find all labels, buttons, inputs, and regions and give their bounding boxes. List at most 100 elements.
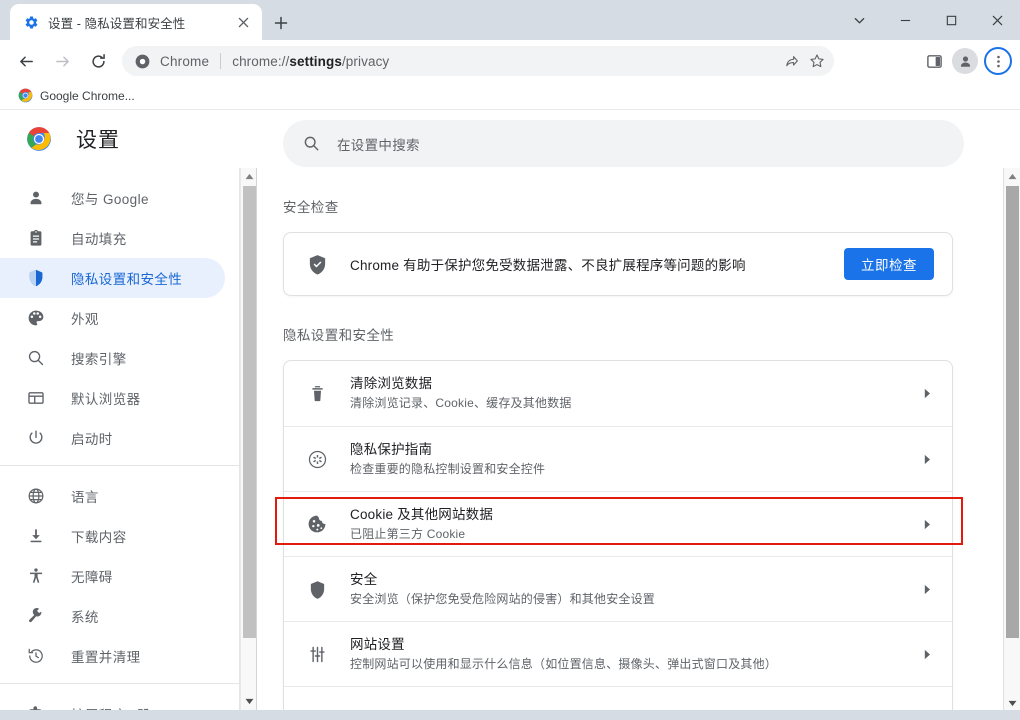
privacy-settings-list: 清除浏览数据 清除浏览记录、Cookie、缓存及其他数据 隐私保护指南 检查重要… [283,360,953,710]
sidebar-item-accessibility[interactable]: 无障碍 [0,556,225,596]
list-item-text: Cookie 及其他网站数据 已阻止第三方 Cookie [350,505,918,544]
address-bar[interactable]: Chrome chrome://settings/privacy [122,46,834,76]
safety-check-row: Chrome 有助于保护您免受数据泄露、不良扩展程序等问题的影响 立即检查 [284,233,952,295]
safety-check-section-title: 安全检查 [283,200,339,215]
sidebar-item-label: 下载内容 [71,530,127,545]
list-item-privacy-guide[interactable]: 隐私保护指南 检查重要的隐私控制设置和安全控件 [284,426,952,491]
browser-window-icon [26,388,46,408]
sidebar-item-label: 无障碍 [71,570,113,585]
tab-title: 设置 - 隐私设置和安全性 [48,16,186,31]
sidebar-item-label: 搜索引擎 [71,352,127,367]
reload-button[interactable] [84,47,112,75]
sidebar-item-label: 您与 Google [71,192,149,207]
chevron-right-icon [918,580,936,598]
back-button[interactable] [12,47,40,75]
sidebar-item-appearance[interactable]: 外观 [0,298,225,338]
browser-window: 设置 - 隐私设置和安全性 Chrome chrome://settings/p… [0,0,1020,720]
accessibility-icon [26,566,46,586]
list-item-text: 清除浏览数据 清除浏览记录、Cookie、缓存及其他数据 [350,374,918,413]
sidebar-item-label: 系统 [71,610,99,625]
list-item-cookies-and-site-data[interactable]: Cookie 及其他网站数据 已阻止第三方 Cookie [284,491,952,556]
sidebar-item-label: 外观 [71,312,99,327]
list-item-text: 安全 安全浏览（保护您免受危险网站的侵害）和其他安全设置 [350,570,918,609]
globe-icon [26,486,46,506]
search-icon [301,134,321,154]
side-panel-icon[interactable] [919,46,949,76]
list-item-title: 清除浏览数据 [350,376,433,391]
sidebar-item-on-startup[interactable]: 启动时 [0,418,225,458]
safety-check-card: Chrome 有助于保护您免受数据泄露、不良扩展程序等问题的影响 立即检查 [283,232,953,296]
chevron-right-icon [918,645,936,663]
profile-avatar[interactable] [952,48,978,74]
content-scroll-gutter [985,220,1003,710]
sidebar-item-label: 重置并清理 [71,650,141,665]
sidebar-item-label: 自动填充 [71,232,127,247]
download-icon [26,526,46,546]
page-scrollbar-thumb[interactable] [1006,186,1019,638]
chevron-right-icon [918,385,936,403]
chrome-menu-button[interactable] [984,47,1012,75]
close-icon[interactable] [232,11,254,33]
share-icon[interactable] [778,48,804,74]
sidebar-item-extensions[interactable]: 扩展程序 [0,694,225,710]
list-item-subtitle: 控制网站可以使用和显示什么信息（如位置信息、摄像头、弹出式窗口及其他） [350,656,778,671]
sliders-icon [306,643,328,665]
bookmark-item[interactable]: Google Chrome... [10,85,142,107]
chevron-right-icon [918,515,936,533]
chrome-logo-icon [134,53,150,69]
close-window-button[interactable] [974,0,1020,40]
scroll-up-arrow-icon[interactable] [1004,168,1020,185]
sidebar-item-default-browser[interactable]: 默认浏览器 [0,378,225,418]
sidebar-scrollbar[interactable] [240,168,257,710]
shield-icon [26,268,46,288]
scroll-up-arrow-icon[interactable] [241,168,258,185]
list-item-title: Cookie 及其他网站数据 [350,506,494,522]
list-item-subtitle: 已阻止第三方 Cookie [350,526,466,541]
list-item-privacy-sandbox[interactable]: Privacy Sandbox [284,686,952,710]
list-item-security[interactable]: 安全 安全浏览（保护您免受危险网站的侵害）和其他安全设置 [284,556,952,621]
settings-content: 安全检查 Chrome 有助于保护您免受数据泄露、不良扩展程序等问题的影响 立即… [258,168,985,710]
sidebar-item-privacy-and-security[interactable]: 隐私设置和安全性 [0,258,225,298]
list-item-subtitle: 安全浏览（保护您免受危险网站的侵害）和其他安全设置 [350,591,656,606]
clipboard-icon [26,228,46,248]
page-scrollbar[interactable] [1003,168,1020,712]
sidebar-item-search-engine[interactable]: 搜索引擎 [0,338,225,378]
new-tab-button[interactable] [268,10,294,36]
browser-toolbar: Chrome chrome://settings/privacy [0,40,1020,82]
privacy-guide-icon [306,448,328,470]
shield-icon [306,578,328,600]
settings-gear-icon [23,14,39,30]
trash-icon [306,383,328,405]
palette-icon [26,308,46,328]
page-title: 设置 [76,129,120,152]
sidebar-item-you-and-google[interactable]: 您与 Google [0,178,225,218]
maximize-button[interactable] [928,0,974,40]
list-item-clear-browsing-data[interactable]: 清除浏览数据 清除浏览记录、Cookie、缓存及其他数据 [284,361,952,426]
sidebar-item-reset-and-cleanup[interactable]: 重置并清理 [0,636,225,676]
sidebar-item-system[interactable]: 系统 [0,596,225,636]
list-item-text: 网站设置 控制网站可以使用和显示什么信息（如位置信息、摄像头、弹出式窗口及其他） [350,635,918,674]
sidebar-item-downloads[interactable]: 下载内容 [0,516,225,556]
tab-search-button[interactable] [836,0,882,40]
tab-strip: 设置 - 隐私设置和安全性 [0,0,1020,40]
scroll-down-arrow-icon[interactable] [241,693,258,710]
settings-search[interactable]: 在设置中搜索 [283,120,964,167]
chrome-logo-icon [26,126,52,152]
list-item-title: 安全 [350,571,378,587]
safety-check-description: Chrome 有助于保护您免受数据泄露、不良扩展程序等问题的影响 [350,258,746,273]
privacy-section-title: 隐私设置和安全性 [283,328,395,343]
check-now-button[interactable]: 立即检查 [844,248,934,280]
chevron-right-icon [918,450,936,468]
list-item-site-settings[interactable]: 网站设置 控制网站可以使用和显示什么信息（如位置信息、摄像头、弹出式窗口及其他） [284,621,952,686]
bookmark-star-icon[interactable] [804,48,830,74]
url-prefix: chrome:// [232,53,290,69]
sidebar-scrollbar-thumb[interactable] [243,186,256,638]
minimize-button[interactable] [882,0,928,40]
sidebar-item-autofill[interactable]: 自动填充 [0,218,225,258]
url-bold: settings [289,53,342,69]
list-item-subtitle: 检查重要的隐私控制设置和安全控件 [350,461,546,476]
search-input[interactable]: 在设置中搜索 [337,134,420,154]
wrench-icon [26,606,46,626]
sidebar-item-languages[interactable]: 语言 [0,476,225,516]
browser-tab[interactable]: 设置 - 隐私设置和安全性 [10,4,262,40]
